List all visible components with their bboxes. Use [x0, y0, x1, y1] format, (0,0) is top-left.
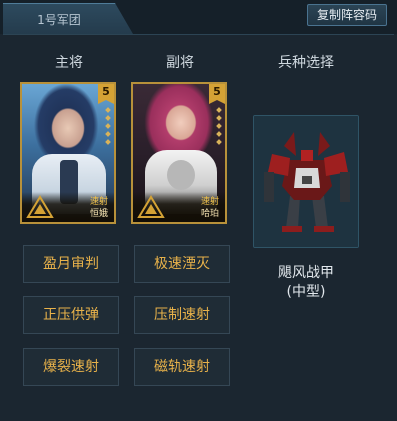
- copy-lineup-code-button[interactable]: 复制阵容码: [307, 4, 387, 26]
- skill-button-6[interactable]: 磁轨速射: [134, 348, 230, 386]
- tab-bar: 1号军团 复制阵容码: [0, 0, 397, 34]
- main-general-card[interactable]: 5 速射 恒娥: [20, 82, 116, 224]
- card-name-label: 哈珀: [200, 209, 219, 219]
- card-name-label: 恒娥: [89, 209, 108, 219]
- unit-name: 飓风战甲: [278, 265, 334, 281]
- class-emblem-icon: [26, 195, 54, 218]
- skill-button-2[interactable]: 极速湮灭: [134, 245, 230, 283]
- skill-button-5[interactable]: 爆裂速射: [23, 348, 119, 386]
- unit-size: (中型): [286, 284, 326, 300]
- main-general-header: 主将: [55, 55, 83, 71]
- tab-label: 1号军团: [37, 13, 81, 27]
- unit-selection-slot[interactable]: [253, 115, 359, 248]
- vice-general-card[interactable]: 5 速射 哈珀: [131, 82, 227, 224]
- skill-button-1[interactable]: 盈月审判: [23, 245, 119, 283]
- tab-legion-1[interactable]: 1号军团: [3, 3, 133, 34]
- star-dots: [216, 107, 222, 145]
- skill-button-4[interactable]: 压制速射: [134, 296, 230, 334]
- unit-name-label: 飓风战甲 (中型): [253, 264, 359, 302]
- vice-general-header: 副将: [166, 55, 194, 71]
- unit-selection-header: 兵种选择: [278, 55, 334, 71]
- class-emblem-icon: [137, 195, 165, 218]
- skill-button-3[interactable]: 正压供弹: [23, 296, 119, 334]
- mech-unit-image: [254, 116, 358, 247]
- star-dots: [105, 107, 111, 145]
